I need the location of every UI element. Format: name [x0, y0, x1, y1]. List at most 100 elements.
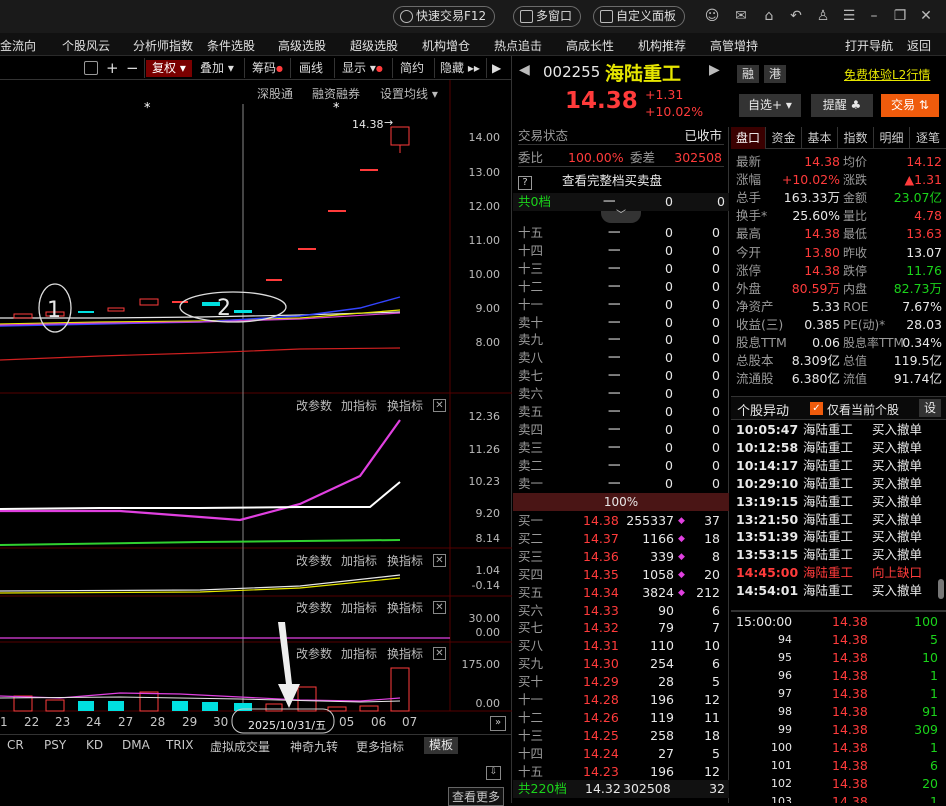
edit-params-button[interactable]: 改参数 — [296, 552, 332, 569]
tab-cr[interactable]: CR — [7, 738, 24, 752]
anomaly-row[interactable]: 13:51:39 海陆重工 买入撤单 — [736, 528, 936, 546]
view-more-button[interactable]: 查看更多 — [448, 787, 505, 806]
menu-item[interactable]: 机构增仓 — [422, 37, 470, 54]
menu-item[interactable]: 条件选股 — [207, 37, 255, 54]
home-icon[interactable]: ⌂ — [761, 8, 777, 24]
menu-item[interactable]: 分析师指数 — [133, 37, 193, 54]
swap-indicator-button[interactable]: 换指标 — [387, 599, 423, 616]
multi-window-button[interactable]: 多窗口 — [513, 6, 582, 27]
anomaly-row[interactable]: 14:45:00 海陆重工 向上缺口 — [736, 564, 936, 582]
quote-row: 换手* 25.60% 量比 4.78 — [736, 207, 942, 225]
scroll-right-icon[interactable]: » — [490, 716, 506, 731]
menu-item[interactable]: 高成长性 — [566, 37, 614, 54]
tab-virtual-volume[interactable]: 虚拟成交量 — [210, 738, 270, 755]
tab-funds[interactable]: 资金 — [766, 127, 802, 149]
collapse-icon[interactable]: ﹀ — [601, 211, 641, 223]
level-price: 一 — [608, 314, 621, 330]
level-vol: 119 — [650, 709, 674, 725]
user-icon[interactable]: ☺ — [704, 8, 720, 24]
level-cnt: 0 — [712, 278, 720, 294]
edit-params-button[interactable]: 改参数 — [296, 599, 332, 616]
menu-item-open-nav[interactable]: 打开导航 — [845, 37, 893, 54]
swap-indicator-button[interactable]: 换指标 — [387, 397, 423, 414]
menu-icon[interactable]: ☰ — [841, 8, 857, 24]
quote-label: 外盘 — [736, 280, 762, 296]
anomaly-row[interactable]: 13:53:15 海陆重工 买入撤单 — [736, 546, 936, 564]
tab-dma[interactable]: DMA — [122, 738, 150, 752]
total-levels-row: 共0档 一 0 0 — [513, 193, 729, 211]
level-price: 14.30 — [583, 656, 619, 672]
tick-row: 15:00:00 14.38 100 — [736, 613, 938, 631]
next-stock-icon[interactable]: ▶ — [709, 62, 720, 78]
edit-params-button[interactable]: 改参数 — [296, 397, 332, 414]
quote-value: 0.34% — [902, 335, 942, 350]
tab-index[interactable]: 指数 — [838, 127, 874, 149]
add-indicator-button[interactable]: 加指标 — [341, 599, 377, 616]
anomaly-settings-button[interactable]: 设 — [919, 399, 941, 417]
sell-level-row: 十三 一 0 0 — [518, 260, 724, 278]
restore-icon[interactable]: ❐ — [892, 8, 908, 24]
tab-magic-nine[interactable]: 神奇九转 — [290, 738, 338, 755]
add-indicator-button[interactable]: 加指标 — [341, 397, 377, 414]
prev-stock-icon[interactable]: ◀ — [519, 62, 530, 78]
shirt-icon[interactable]: ♙ — [815, 8, 831, 24]
add-indicator-button[interactable]: 加指标 — [341, 552, 377, 569]
tab-trix[interactable]: TRIX — [166, 738, 193, 752]
full-book-row[interactable]: ? 查看完整档买卖盘 — [518, 172, 724, 190]
custom-panel-button[interactable]: 自定义面板 — [593, 6, 686, 27]
scrollbar[interactable] — [938, 579, 944, 599]
download-icon[interactable]: ⇩ — [486, 766, 501, 780]
mail-icon[interactable]: ✉ — [733, 8, 749, 24]
tab-template[interactable]: 模板 — [424, 737, 459, 754]
anomaly-event: 买入撤单 — [872, 547, 923, 563]
x-tick: 23 — [55, 715, 71, 729]
add-watchlist-button[interactable]: 自选+ ▾ — [739, 94, 801, 117]
menu-item[interactable]: 机构推荐 — [638, 37, 686, 54]
question-icon: ? — [518, 176, 532, 190]
close-icon[interactable]: ✕ — [433, 647, 446, 660]
menu-item[interactable]: 高级选股 — [278, 37, 326, 54]
anomaly-row[interactable]: 10:29:10 海陆重工 买入撤单 — [736, 475, 936, 493]
tab-orderbook[interactable]: 盘口 — [731, 127, 766, 149]
menu-item[interactable]: 热点追击 — [494, 37, 542, 54]
tab-tick-by-tick[interactable]: 逐笔 — [910, 127, 946, 149]
alert-button[interactable]: 提醒 ♣ — [811, 94, 873, 117]
tab-psy[interactable]: PSY — [44, 738, 66, 752]
menu-item[interactable]: 超级选股 — [350, 37, 398, 54]
quick-trade-button[interactable]: 快速交易F12 — [393, 6, 496, 27]
trade-button[interactable]: 交易 ⇅ — [881, 94, 939, 117]
tab-details[interactable]: 明细 — [874, 127, 910, 149]
anomaly-row[interactable]: 13:19:15 海陆重工 买入撤单 — [736, 493, 936, 511]
anomaly-row[interactable]: 10:12:58 海陆重工 买入撤单 — [736, 439, 936, 457]
tab-basic[interactable]: 基本 — [802, 127, 838, 149]
quote-value: 119.5亿 — [893, 353, 942, 369]
anomaly-row[interactable]: 10:05:47 海陆重工 买入撤单 — [736, 421, 936, 439]
tab-kd[interactable]: KD — [86, 738, 103, 752]
menu-item[interactable]: 个股风云 — [62, 37, 110, 54]
level-vol: 0 — [665, 386, 673, 402]
edit-params-button[interactable]: 改参数 — [296, 645, 332, 662]
add-indicator-button[interactable]: 加指标 — [341, 645, 377, 662]
menu-item-back[interactable]: 返回 — [907, 37, 931, 54]
checkbox-checked[interactable]: ✓ — [810, 402, 823, 415]
close-icon[interactable]: ✕ — [433, 601, 446, 614]
level-price: 一 — [608, 475, 621, 491]
anomaly-row[interactable]: 13:21:50 海陆重工 买入撤单 — [736, 511, 936, 529]
tab-more-indicators[interactable]: 更多指标 — [356, 738, 404, 755]
swap-indicator-button[interactable]: 换指标 — [387, 645, 423, 662]
l2-trial-link[interactable]: 免费体验L2行情 — [844, 66, 930, 83]
close-icon[interactable]: ✕ — [918, 8, 934, 24]
anomaly-row[interactable]: 14:54:01 海陆重工 买入撤单 — [736, 582, 936, 600]
sell-level-row: 卖九 一 0 0 — [518, 331, 724, 349]
menu-item[interactable]: 资金流向 — [0, 37, 36, 54]
close-icon[interactable]: ✕ — [433, 554, 446, 567]
minimize-icon[interactable]: – — [866, 8, 882, 24]
swap-indicator-button[interactable]: 换指标 — [387, 552, 423, 569]
axis-label: 175.00 — [461, 658, 501, 671]
menu-item[interactable]: 高管增持 — [710, 37, 758, 54]
close-icon[interactable]: ✕ — [433, 399, 446, 412]
anomaly-row[interactable]: 10:14:17 海陆重工 买入撤单 — [736, 457, 936, 475]
level-vol: 254 — [650, 656, 674, 672]
level-cnt: 0 — [712, 296, 720, 312]
undo-icon[interactable]: ↶ — [788, 8, 804, 24]
